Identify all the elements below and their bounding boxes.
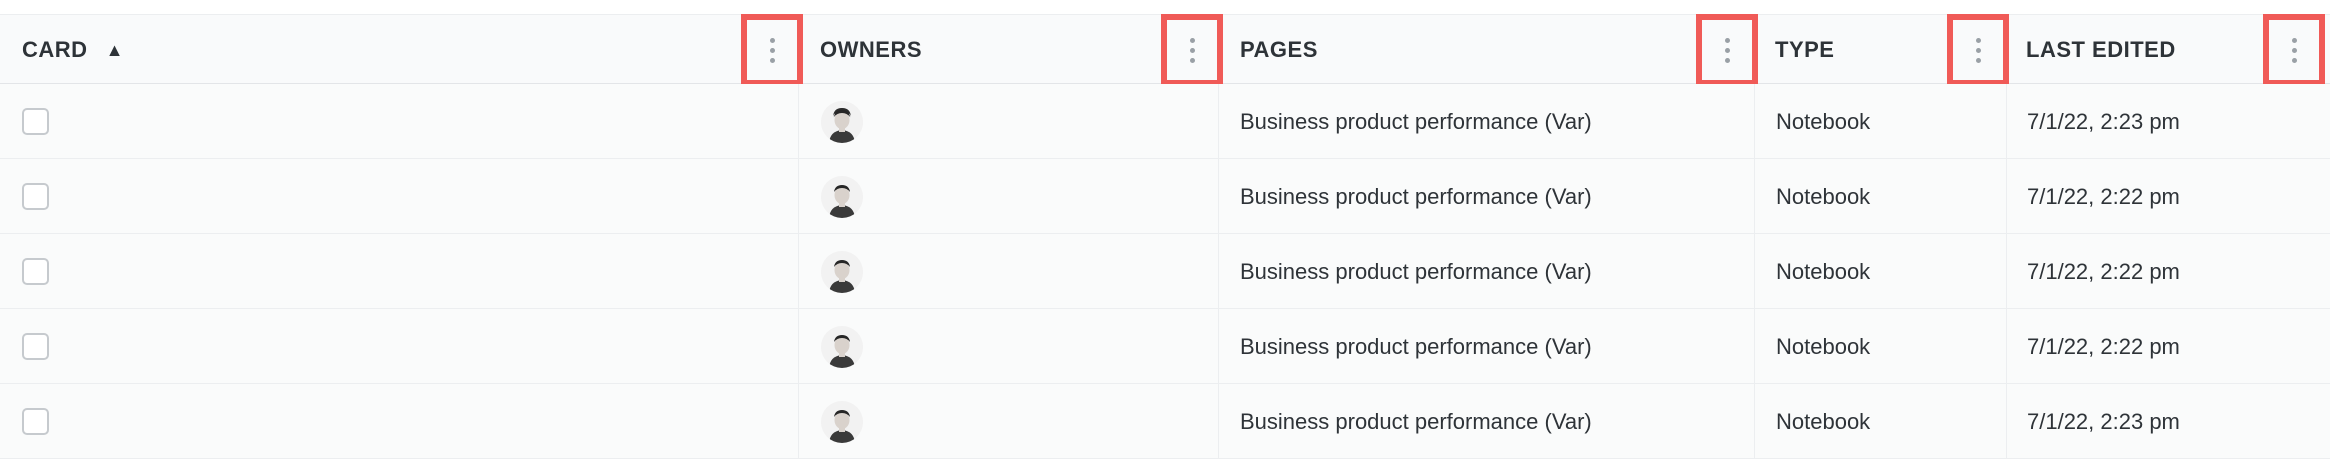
owners-cell (798, 309, 1218, 384)
last-edited-value: 7/1/22, 2:23 pm (2027, 408, 2180, 434)
owners-cell (798, 384, 1218, 459)
row-select-checkbox[interactable] (22, 258, 49, 285)
page-link[interactable]: Business product performance (Var) (1240, 259, 1592, 285)
pages-cell: Business product performance (Var) (1218, 309, 1754, 384)
column-header-card-label: CARD (22, 37, 88, 62)
card-column-menu-button[interactable] (741, 14, 803, 86)
row-select-checkbox[interactable] (22, 183, 49, 210)
pages-column-menu-button[interactable] (1696, 14, 1758, 86)
last-edited-value: 7/1/22, 2:22 pm (2027, 333, 2180, 359)
last-edited-cell: 7/1/22, 2:22 pm (2006, 159, 2330, 234)
table-row: Business product performance (Var) Noteb… (0, 84, 2330, 159)
type-cell: Notebook (1754, 309, 2006, 384)
card-cell (0, 84, 798, 159)
owners-cell (798, 84, 1218, 159)
column-header-last-edited[interactable]: LAST EDITED (2026, 15, 2176, 85)
table-row: Business product performance (Var) Noteb… (0, 159, 2330, 234)
page-link[interactable]: Business product performance (Var) (1240, 184, 1592, 210)
last-edited-cell: 7/1/22, 2:22 pm (2006, 234, 2330, 309)
owner-avatar[interactable] (821, 100, 863, 143)
table-header: CARD ▲ OWNERS PAGES TYPE LAST EDITED (0, 14, 2330, 86)
card-cell (0, 234, 798, 309)
owner-avatar[interactable] (821, 250, 863, 293)
card-cell (0, 159, 798, 234)
table-row: Business product performance (Var) Noteb… (0, 234, 2330, 309)
pages-cell: Business product performance (Var) (1218, 384, 1754, 459)
last-edited-cell: 7/1/22, 2:23 pm (2006, 384, 2330, 459)
row-select-checkbox[interactable] (22, 108, 49, 135)
last-edited-column-menu-button[interactable] (2263, 14, 2325, 86)
kebab-menu-icon (1189, 37, 1195, 63)
table-row: Business product performance (Var) Noteb… (0, 384, 2330, 459)
type-cell: Notebook (1754, 159, 2006, 234)
column-header-type[interactable]: TYPE (1775, 15, 1834, 85)
pages-cell: Business product performance (Var) (1218, 234, 1754, 309)
type-cell: Notebook (1754, 234, 2006, 309)
card-cell (0, 384, 798, 459)
kebab-menu-icon (1975, 37, 1981, 63)
row-select-checkbox[interactable] (22, 333, 49, 360)
type-value: Notebook (1776, 108, 1871, 134)
owners-column-menu-button[interactable] (1161, 14, 1223, 86)
owner-avatar[interactable] (821, 400, 863, 443)
owners-cell (798, 159, 1218, 234)
last-edited-value: 7/1/22, 2:23 pm (2027, 108, 2180, 134)
pages-cell: Business product performance (Var) (1218, 84, 1754, 159)
last-edited-cell: 7/1/22, 2:23 pm (2006, 84, 2330, 159)
sort-ascending-icon: ▲ (105, 40, 124, 60)
last-edited-value: 7/1/22, 2:22 pm (2027, 183, 2180, 209)
kebab-menu-icon (1724, 37, 1730, 63)
owners-cell (798, 234, 1218, 309)
table-row: Business product performance (Var) Noteb… (0, 309, 2330, 384)
type-value: Notebook (1776, 183, 1871, 209)
kebab-menu-icon (769, 37, 775, 63)
row-select-checkbox[interactable] (22, 408, 49, 435)
owner-avatar[interactable] (821, 175, 863, 218)
kebab-menu-icon (2291, 37, 2297, 63)
card-cell (0, 309, 798, 384)
last-edited-value: 7/1/22, 2:22 pm (2027, 258, 2180, 284)
type-value: Notebook (1776, 258, 1871, 284)
page-link[interactable]: Business product performance (Var) (1240, 409, 1592, 435)
column-header-pages[interactable]: PAGES (1240, 15, 1318, 85)
owner-avatar[interactable] (821, 325, 863, 368)
type-value: Notebook (1776, 333, 1871, 359)
cards-table: CARD ▲ OWNERS PAGES TYPE LAST EDITED Bus… (0, 14, 2330, 460)
page-link[interactable]: Business product performance (Var) (1240, 334, 1592, 360)
type-value: Notebook (1776, 408, 1871, 434)
column-header-card[interactable]: CARD ▲ (22, 15, 124, 85)
page-link[interactable]: Business product performance (Var) (1240, 109, 1592, 135)
column-header-owners[interactable]: OWNERS (820, 15, 922, 85)
last-edited-cell: 7/1/22, 2:22 pm (2006, 309, 2330, 384)
pages-cell: Business product performance (Var) (1218, 159, 1754, 234)
type-column-menu-button[interactable] (1947, 14, 2009, 86)
type-cell: Notebook (1754, 384, 2006, 459)
type-cell: Notebook (1754, 84, 2006, 159)
